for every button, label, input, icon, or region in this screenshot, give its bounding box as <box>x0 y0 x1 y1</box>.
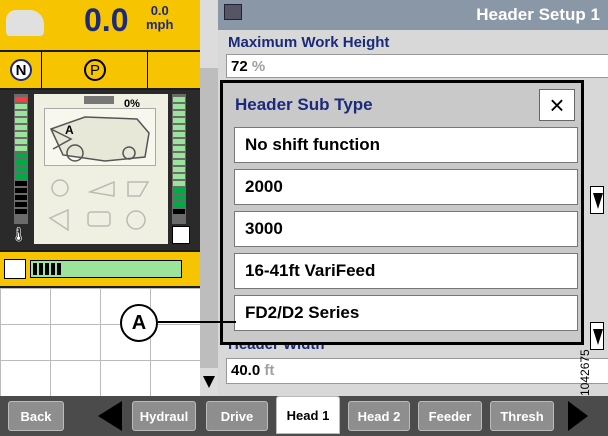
unload-progress <box>30 260 182 278</box>
tab-thresh[interactable]: Thresh <box>490 401 554 431</box>
max-work-height-label: Maximum Work Height <box>228 34 390 51</box>
field-arrows <box>588 110 608 360</box>
combine-status: 🌡 0% A <box>0 90 200 250</box>
option-3000[interactable]: 3000 <box>234 211 578 247</box>
speed-small: 0.0 mph <box>146 4 173 32</box>
max-work-height-unit: % <box>251 58 266 75</box>
unload-icon <box>4 259 26 279</box>
speed-value: 0.0 <box>84 2 129 38</box>
option-2000[interactable]: 2000 <box>234 169 578 205</box>
header-width-field[interactable]: 40.0 ft <box>226 358 608 384</box>
max-work-height-field[interactable]: 72 % <box>226 54 608 78</box>
max-work-height-value: 72 <box>231 58 248 75</box>
speed-display: 0.0 0.0 mph <box>0 0 200 50</box>
right-level-gauge <box>172 94 186 224</box>
back-arrow-icon[interactable] <box>96 401 124 431</box>
header-width-value: 40.0 <box>231 362 261 379</box>
option-variffeed[interactable]: 16-41ft VariFeed <box>234 253 578 289</box>
gear-row: N P <box>0 52 200 88</box>
combine-icon: A <box>44 108 156 166</box>
option-fd2-d2-series[interactable]: FD2/D2 Series <box>234 295 578 331</box>
callout-a: A <box>120 304 158 342</box>
figure-id: 1042675 <box>578 349 592 396</box>
park-gear-icon: P <box>42 52 148 88</box>
back-button[interactable]: Back <box>8 401 64 431</box>
close-icon[interactable]: × <box>539 89 575 121</box>
left-level-gauge <box>14 94 28 224</box>
title-bar: Header Setup 1 <box>218 0 608 30</box>
tab-feeder[interactable]: Feeder <box>418 401 482 431</box>
header-sub-type-dialog: Header Sub Type × No shift function 2000… <box>220 80 584 345</box>
car-icon <box>6 10 44 36</box>
header-icon <box>224 4 242 20</box>
neutral-gear-icon: N <box>0 52 42 88</box>
fuel-icon <box>172 226 190 244</box>
chevron-down-icon[interactable] <box>590 186 604 214</box>
subsystem-icons <box>44 174 156 240</box>
temperature-icon: 🌡 <box>10 226 28 242</box>
park-label: P <box>84 59 106 81</box>
tab-head-2[interactable]: Head 2 <box>348 401 410 431</box>
tab-drive[interactable]: Drive <box>206 401 268 431</box>
dialog-title: Header Sub Type <box>235 95 373 114</box>
speed-small-value: 0.0 <box>150 3 169 18</box>
unload-row <box>0 252 200 286</box>
speed-unit: mph <box>146 17 174 32</box>
next-arrow-icon[interactable] <box>566 401 590 431</box>
tab-hydraul[interactable]: Hydraul <box>132 401 196 431</box>
chevron-down-icon[interactable] <box>590 322 604 350</box>
grain-tank-icon <box>84 96 114 104</box>
scroll-down-icon[interactable] <box>200 366 218 396</box>
option-no-shift-function[interactable]: No shift function <box>234 127 578 163</box>
combine-illustration: 0% A <box>34 94 168 244</box>
page-title: Header Setup 1 <box>476 5 600 24</box>
combine-marker: A <box>65 123 74 137</box>
neutral-label: N <box>10 59 32 81</box>
tab-bar: Back Hydraul Drive Head 1 Head 2 Feeder … <box>0 396 608 436</box>
tab-head-1[interactable]: Head 1 <box>276 396 340 434</box>
header-width-unit: ft <box>264 362 275 379</box>
